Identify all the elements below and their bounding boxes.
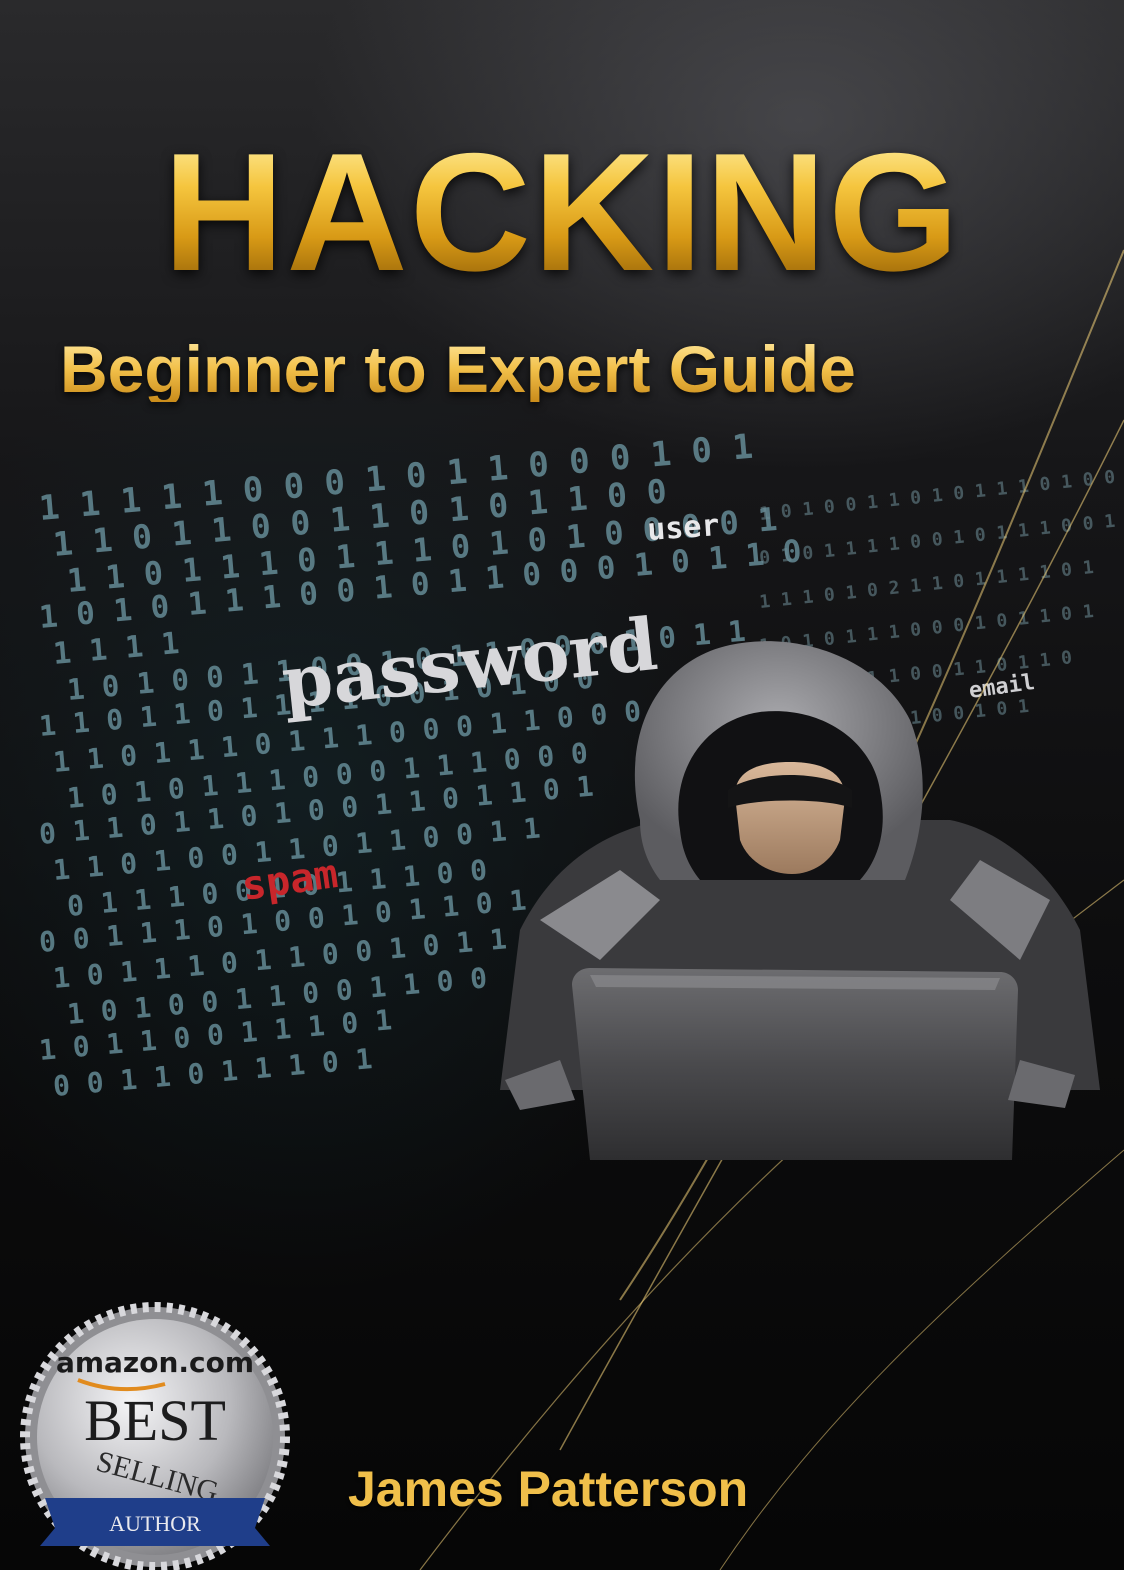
binary-row-right: 1 1 1 0 1 0 2 1 1 0 1 1 1 1 0 1: [758, 557, 1094, 613]
author-name: James Patterson: [348, 1461, 749, 1517]
amazon-best-selling-badge: amazon.com BEST SELLING AUTHOR: [20, 1302, 290, 1570]
badge-best: BEST: [84, 1388, 226, 1453]
badge-brand: amazon.com: [56, 1346, 254, 1379]
book-title: HACKING: [0, 128, 1124, 296]
book-cover: 1 1 1 1 1 0 0 0 1 0 1 1 0 0 0 1 0 11 1 0…: [0, 0, 1124, 1570]
user-word: user: [646, 508, 721, 548]
book-subtitle: Beginner to Expert Guide: [60, 336, 1120, 402]
badge-author: AUTHOR: [109, 1511, 201, 1536]
